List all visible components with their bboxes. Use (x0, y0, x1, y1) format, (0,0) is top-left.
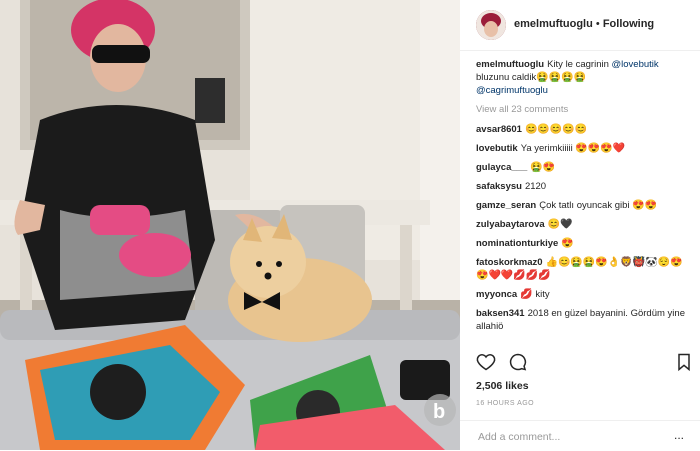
caption-emojis: 🤮🤮🤮🤮 (536, 72, 587, 83)
comment-item: avsar8601 😊😊😊😊😊 (476, 123, 694, 136)
post-header: emelmuftuoglu • Following (460, 0, 700, 51)
caption-text-before: Kity le cagrinin (547, 59, 612, 70)
caption-username[interactable]: emelmuftuoglu (476, 59, 544, 70)
comment-emojis: 😊🖤 (547, 219, 573, 230)
add-comment-input[interactable] (476, 427, 670, 447)
view-all-comments-link[interactable]: View all 23 comments (476, 103, 694, 116)
header-separator: • (595, 18, 600, 30)
avatar-icon (476, 10, 506, 40)
comment-icon[interactable] (508, 352, 528, 372)
post-photo[interactable]: b (0, 0, 460, 450)
comment-item: zulyabaytarova 😊🖤 (476, 218, 694, 231)
comment-username[interactable]: nominationturkiye (476, 238, 558, 249)
mention-link[interactable]: @lovebutik (612, 59, 659, 70)
comments-list: emelmuftuoglu Kity le cagrinin @lovebutik… (476, 58, 694, 339)
comment-text: Çok tatlı oyuncak gibi (539, 200, 633, 211)
comment-emojis: 😍😍😍❤️ (575, 143, 626, 154)
comment-username[interactable]: lovebutik (476, 143, 518, 154)
comment-item: myyonca 💋 kity (476, 288, 694, 301)
mention-link[interactable]: @cagrimuftuoglu (476, 85, 548, 96)
more-options-icon[interactable]: ... (674, 428, 684, 442)
header-username[interactable]: emelmuftuoglu (514, 18, 593, 30)
svg-text:b: b (433, 401, 445, 423)
comment-username[interactable]: gulayca___ (476, 162, 527, 173)
post-side-panel: emelmuftuoglu • Following emelmuftuoglu K… (460, 0, 700, 450)
following-button[interactable]: Following (603, 18, 654, 30)
comment-emojis: 💋 (520, 289, 536, 300)
comment-emojis: 😍 (561, 238, 574, 249)
comment-username[interactable]: myyonca (476, 289, 517, 300)
comment-item: gamze_seran Çok tatlı oyuncak gibi 😍😍 (476, 199, 694, 212)
likes-count[interactable]: 2,506 likes (476, 380, 529, 392)
post-photo-illustration: b (0, 0, 460, 450)
caption-text-mid: bluzunu caldik (476, 72, 537, 83)
comment-username[interactable]: avsar8601 (476, 124, 522, 135)
comment-item: fatoskorkmaz0 👍😊🤮🤮😍👌🦁👹🐼😌😍😍❤️❤️💋💋💋 (476, 256, 694, 282)
comment-item: baksen341 2018 en güzel bayanini. Gördüm … (476, 307, 694, 333)
comment-text: Ya yerimkiiiii (520, 143, 576, 154)
bookmark-icon[interactable] (674, 352, 694, 372)
avatar[interactable] (476, 10, 506, 40)
post-timestamp: 16 HOURS AGO (476, 400, 535, 407)
comment-item: gulayca___ 🤮😍 (476, 161, 694, 174)
comment-username[interactable]: safaksysu (476, 181, 522, 192)
heart-icon[interactable] (476, 352, 496, 372)
comment-text: kity (535, 289, 550, 300)
comment-username[interactable]: fatoskorkmaz0 (476, 257, 543, 268)
comment-emojis: 😍😍 (632, 200, 658, 211)
comment-emojis: 😊😊😊😊😊 (524, 124, 588, 135)
comment-username[interactable]: zulyabaytarova (476, 219, 545, 230)
comment-item: safaksysu 2120 (476, 180, 694, 193)
action-bar (476, 352, 694, 374)
caption: emelmuftuoglu Kity le cagrinin @lovebutik… (476, 58, 694, 97)
add-comment-bar: ... (460, 420, 700, 451)
comment-username[interactable]: baksen341 (476, 308, 525, 319)
header-user-row: emelmuftuoglu • Following (514, 18, 654, 30)
comment-username[interactable]: gamze_seran (476, 200, 536, 211)
comment-emojis: 🤮😍 (530, 162, 556, 173)
comment-item: lovebutik Ya yerimkiiiii 😍😍😍❤️ (476, 142, 694, 155)
comment-item: nominationturkiye 😍 (476, 237, 694, 250)
comment-text: 2120 (524, 181, 547, 192)
